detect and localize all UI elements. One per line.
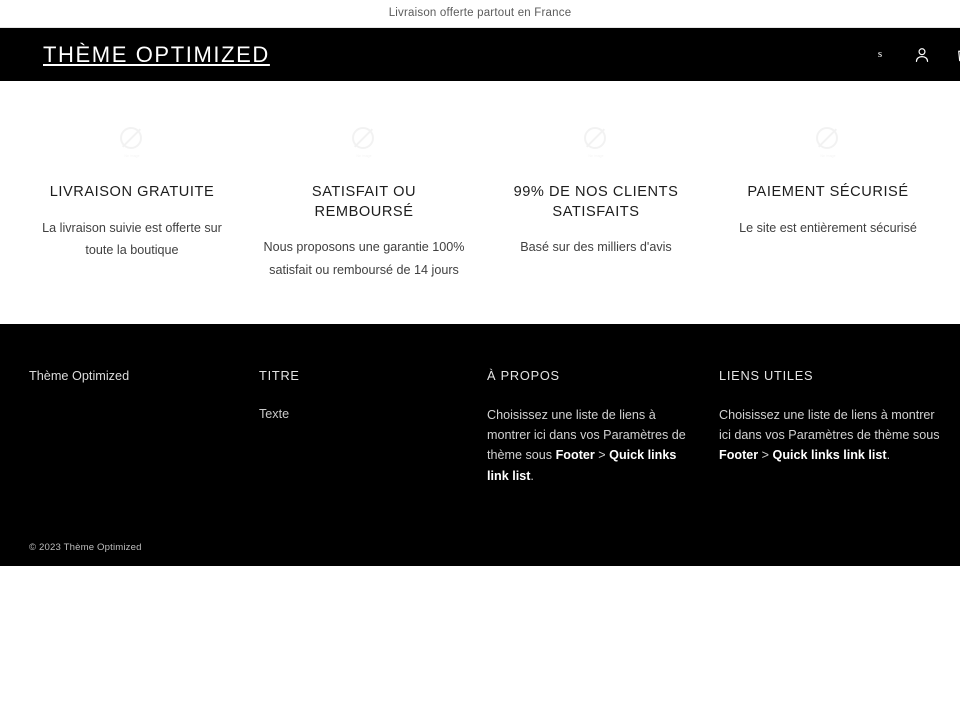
feature-text: Le site est entièrement sécurisé [739, 220, 917, 235]
footer-text-end: . [886, 448, 891, 463]
footer-columns: Thème Optimized TITRE Texte À PROPOS Cho… [0, 324, 960, 486]
feature-title: 99% DE NOS CLIENTS SATISFAITS [513, 184, 679, 220]
header-actions: s [868, 43, 960, 67]
footer-bottom-bar: © 2023 Thème Optimized [0, 530, 960, 566]
footer-text-sep: > [758, 448, 773, 463]
account-icon[interactable] [910, 43, 934, 67]
page-root: Livraison offerte partout en France THÈM… [0, 0, 960, 720]
feature-title: LIVRAISON GRATUITE [49, 184, 215, 200]
features-row: No image LIVRAISON GRATUITE La livraison… [0, 123, 960, 281]
feature-icon-wrap: No image [494, 123, 698, 161]
footer-text-apropos: Choisissez une liste de liens à montrer … [487, 405, 695, 487]
footer-text-sep: > [594, 448, 610, 463]
feature-column: No image LIVRAISON GRATUITE La livraison… [16, 123, 248, 281]
feature-icon-wrap: No image [30, 123, 234, 161]
copyright-text: © 2023 Thème Optimized [29, 542, 142, 554]
broken-image-caption: No image [356, 154, 372, 158]
announcement-text: Livraison offerte partout en France [388, 6, 572, 19]
site-footer: Thème Optimized TITRE Texte À PROPOS Cho… [0, 324, 960, 566]
page-blank-area [0, 566, 960, 720]
broken-image-icon: No image [351, 127, 377, 158]
footer-column-brand: Thème Optimized [0, 368, 259, 486]
footer-text-part: Choisissez une liste de liens à montrer … [719, 407, 940, 443]
feature-column: No image SATISFAIT OU REMBOURSÉ Nous pro… [248, 123, 480, 281]
feature-title: SATISFAIT OU REMBOURSÉ [311, 184, 417, 220]
footer-brand: Thème Optimized [29, 369, 130, 383]
footer-text-bold-footer: Footer [555, 448, 595, 463]
site-header: THÈME OPTIMIZED s [0, 28, 960, 81]
feature-column: No image PAIEMENT SÉCURISÉ Le site est e… [712, 123, 944, 281]
footer-heading-titre: TITRE [259, 368, 300, 383]
footer-column-liens-utiles: LIENS UTILES Choisissez une liste de lie… [719, 368, 959, 486]
site-logo[interactable]: THÈME OPTIMIZED [43, 43, 270, 66]
announcement-bar: Livraison offerte partout en France [0, 0, 960, 28]
footer-text-bold-quicklinks: Quick links link list [772, 448, 887, 463]
broken-image-icon: No image [583, 127, 609, 158]
footer-text-liens-utiles: Choisissez une liste de liens à montrer … [719, 405, 945, 466]
feature-title: PAIEMENT SÉCURISÉ [747, 184, 909, 200]
footer-link-texte[interactable]: Texte [259, 405, 463, 424]
broken-image-icon: No image [119, 127, 145, 158]
broken-image-icon: No image [815, 127, 841, 158]
broken-image-caption: No image [124, 154, 140, 158]
footer-heading-liens-utiles: LIENS UTILES [719, 368, 814, 383]
search-icon-glyph: s [877, 48, 883, 60]
feature-column: No image 99% DE NOS CLIENTS SATISFAITS B… [480, 123, 712, 281]
feature-text: Nous proposons une garantie 100% satisfa… [263, 240, 465, 277]
footer-text-end: . [530, 468, 534, 483]
feature-icon-wrap: No image [262, 123, 466, 161]
footer-column-titre: TITRE Texte [259, 368, 487, 486]
footer-heading-apropos: À PROPOS [487, 368, 560, 383]
feature-icon-wrap: No image [726, 123, 930, 161]
search-icon[interactable]: s [868, 43, 892, 67]
cart-icon[interactable] [952, 43, 960, 67]
footer-text-bold-footer: Footer [719, 448, 759, 463]
broken-image-caption: No image [820, 154, 836, 158]
broken-image-caption: No image [588, 154, 604, 158]
footer-column-apropos: À PROPOS Choisissez une liste de liens à… [487, 368, 719, 486]
feature-text: La livraison suivie est offerte sur tout… [42, 220, 222, 258]
feature-text: Basé sur des milliers d'avis [520, 240, 672, 255]
features-section: No image LIVRAISON GRATUITE La livraison… [0, 81, 960, 324]
